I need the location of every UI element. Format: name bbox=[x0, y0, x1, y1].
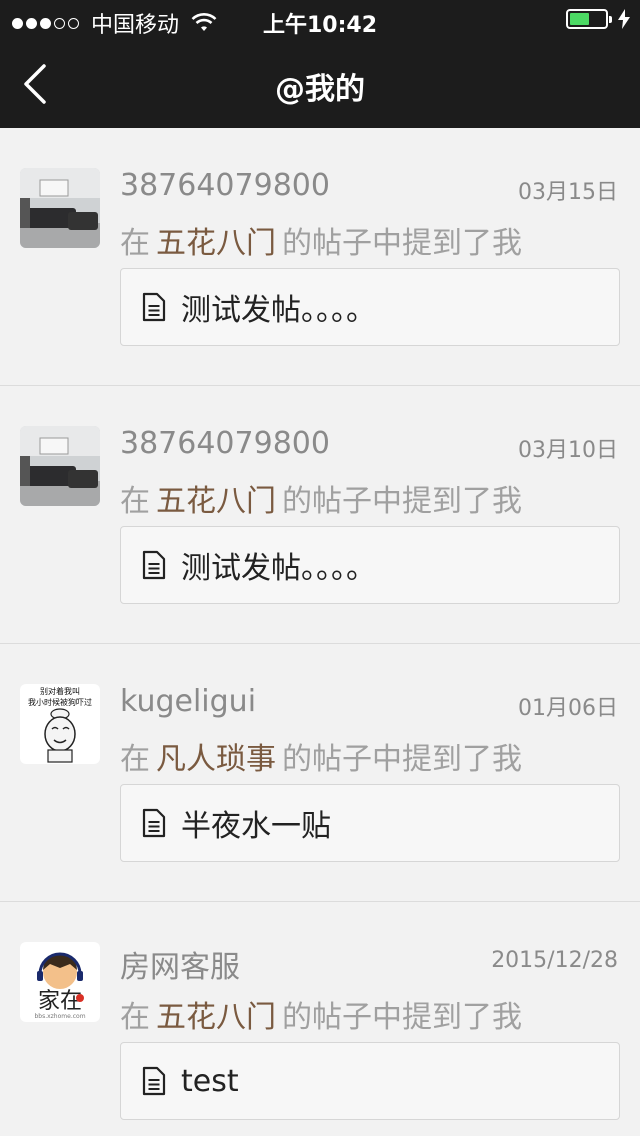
document-icon bbox=[142, 550, 166, 580]
battery-icon bbox=[566, 9, 612, 29]
mention-item[interactable]: 38764079800 03月10日 在五花八门 的帖子中提到了我 测试发帖。。。… bbox=[0, 386, 640, 644]
mention-line: 在五花八门 的帖子中提到了我 bbox=[120, 992, 522, 1036]
status-right bbox=[566, 9, 630, 29]
mention-item[interactable]: 38764079800 03月15日 在五花八门 的帖子中提到了我 测试发帖。。。… bbox=[0, 128, 640, 386]
mention-line: 在五花八门 的帖子中提到了我 bbox=[120, 218, 522, 262]
avatar-caption-1: 家在 bbox=[38, 989, 82, 1014]
mention-prefix: 在 bbox=[120, 484, 150, 519]
board-name[interactable]: 五花八门 bbox=[156, 484, 276, 519]
support-agent-logo-icon: 家在 bbs.xzhome.com bbox=[20, 942, 100, 1022]
username[interactable]: 38764079800 bbox=[120, 426, 330, 461]
board-name[interactable]: 五花八门 bbox=[156, 226, 276, 261]
page-title: @我的 bbox=[275, 72, 365, 107]
avatar[interactable]: 家在 bbs.xzhome.com bbox=[20, 942, 100, 1022]
post-date: 01月06日 bbox=[518, 696, 618, 721]
avatar[interactable] bbox=[20, 168, 100, 248]
avatar-caption-1: 别对着我叫 bbox=[40, 686, 80, 696]
navigation-bar: @我的 bbox=[0, 40, 640, 128]
document-icon bbox=[142, 808, 166, 838]
mention-prefix: 在 bbox=[120, 226, 150, 261]
mention-suffix: 的帖子中提到了我 bbox=[282, 226, 522, 261]
post-title: 测试发帖。。。。 bbox=[181, 293, 376, 328]
post-link[interactable]: 测试发帖。。。。 bbox=[120, 268, 620, 346]
post-link[interactable]: 测试发帖。。。。 bbox=[120, 526, 620, 604]
mention-line: 在五花八门 的帖子中提到了我 bbox=[120, 476, 522, 520]
username[interactable]: 38764079800 bbox=[120, 168, 330, 203]
post-date: 2015/12/28 bbox=[491, 948, 618, 973]
avatar[interactable] bbox=[20, 426, 100, 506]
mention-suffix: 的帖子中提到了我 bbox=[282, 742, 522, 777]
avatar-caption-2: bbs.xzhome.com bbox=[34, 1013, 85, 1020]
status-time: 上午10:42 bbox=[262, 13, 378, 38]
post-date: 03月15日 bbox=[518, 180, 618, 205]
mention-line: 在凡人琐事 的帖子中提到了我 bbox=[120, 734, 522, 778]
meme-face-icon: 别对着我叫 我小时候被狗吓过 bbox=[20, 684, 100, 764]
mention-suffix: 的帖子中提到了我 bbox=[282, 1000, 522, 1035]
post-date: 03月10日 bbox=[518, 438, 618, 463]
charging-bolt-icon bbox=[618, 9, 630, 29]
post-link[interactable]: 半夜水一贴 bbox=[120, 784, 620, 862]
mention-item[interactable]: 别对着我叫 我小时候被狗吓过 kugeligui 01月06日 在凡人琐事 的帖子… bbox=[0, 644, 640, 902]
mention-list: 38764079800 03月15日 在五花八门 的帖子中提到了我 测试发帖。。。… bbox=[0, 128, 640, 1136]
post-title: 半夜水一贴 bbox=[181, 809, 331, 844]
board-name[interactable]: 五花八门 bbox=[156, 1000, 276, 1035]
post-title: 测试发帖。。。。 bbox=[181, 551, 376, 586]
living-room-photo-icon bbox=[20, 426, 100, 506]
post-link[interactable]: test bbox=[120, 1042, 620, 1120]
mention-suffix: 的帖子中提到了我 bbox=[282, 484, 522, 519]
status-bar: 中国移动 上午10:42 bbox=[0, 0, 640, 40]
post-title: test bbox=[181, 1063, 239, 1099]
mention-prefix: 在 bbox=[120, 742, 150, 777]
document-icon bbox=[142, 1066, 166, 1096]
mention-item[interactable]: 家在 bbs.xzhome.com 房网客服 2015/12/28 在五花八门的… bbox=[0, 902, 640, 1136]
avatar-caption-2: 我小时候被狗吓过 bbox=[28, 697, 92, 707]
living-room-photo-icon bbox=[20, 168, 100, 248]
board-name[interactable]: 凡人琐事 bbox=[156, 742, 276, 777]
avatar[interactable]: 别对着我叫 我小时候被狗吓过 bbox=[20, 684, 100, 764]
username[interactable]: 房网客服 bbox=[120, 942, 240, 986]
mention-prefix: 在 bbox=[120, 1000, 150, 1035]
document-icon bbox=[142, 292, 166, 322]
username[interactable]: kugeligui bbox=[120, 684, 256, 719]
battery-level bbox=[570, 13, 589, 25]
